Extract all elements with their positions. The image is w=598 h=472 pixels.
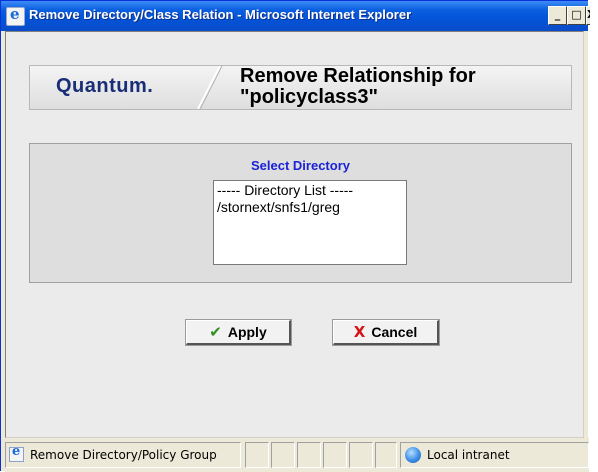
directory-listbox[interactable]: ----- Directory List ----- /stornext/snf… [213, 180, 407, 265]
maximize-button[interactable]: □ [567, 6, 586, 25]
status-cell [375, 442, 397, 468]
cancel-button[interactable]: X Cancel [332, 319, 440, 346]
apply-button[interactable]: ✔ Apply [185, 319, 292, 346]
status-bar: Remove Directory/Policy Group Local intr… [5, 438, 589, 472]
list-item[interactable]: ----- Directory List ----- [217, 182, 403, 199]
status-cell [297, 442, 321, 468]
close-button[interactable]: X [586, 6, 590, 25]
window-title: Remove Directory/Class Relation - Micros… [29, 7, 412, 22]
ie-icon [6, 5, 25, 26]
status-text: Remove Directory/Policy Group [30, 448, 217, 462]
select-directory-label: Select Directory [251, 158, 350, 173]
cancel-label: Cancel [371, 324, 418, 340]
status-cell [323, 442, 347, 468]
checkmark-icon: ✔ [209, 323, 222, 341]
red-x-icon: X [353, 323, 366, 341]
apply-label: Apply [227, 324, 267, 340]
status-cell [271, 442, 295, 468]
page-content: Quantum. Remove Relationship for "policy… [5, 31, 584, 438]
page-header: Quantum. Remove Relationship for "policy… [29, 65, 572, 110]
quantum-logo: Quantum. [30, 66, 223, 109]
browser-window: Remove Directory/Class Relation - Micros… [0, 0, 590, 472]
directory-panel: Select Directory ----- Directory List --… [29, 143, 572, 283]
zone-text: Local intranet [427, 448, 510, 462]
logo-text: Quantum. [56, 75, 154, 97]
status-cell [349, 442, 373, 468]
list-item[interactable]: /stornext/snfs1/greg [217, 199, 403, 216]
status-cell [245, 442, 269, 468]
globe-icon [405, 447, 421, 463]
minimize-button[interactable]: _ [548, 6, 567, 25]
title-bar[interactable]: Remove Directory/Class Relation - Micros… [1, 1, 590, 31]
status-main-cell: Remove Directory/Policy Group [5, 442, 241, 468]
page-title: Remove Relationship for "policyclass3" [240, 65, 476, 108]
security-zone-cell[interactable]: Local intranet [400, 442, 589, 468]
ie-page-icon [9, 444, 24, 462]
